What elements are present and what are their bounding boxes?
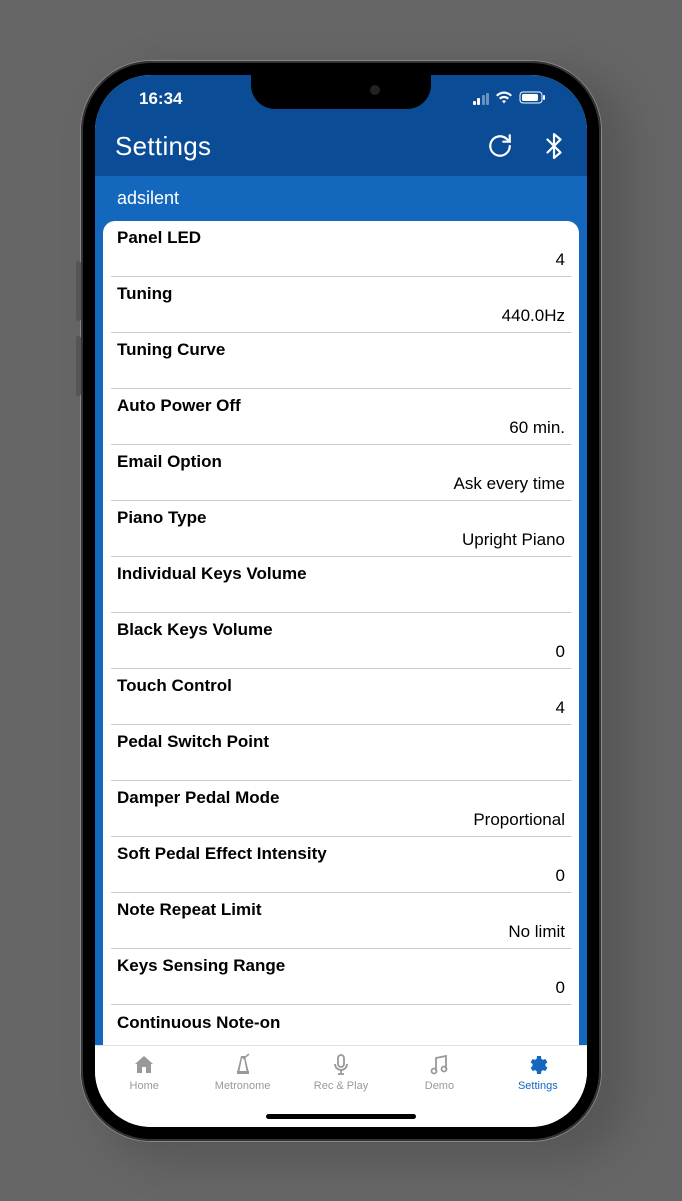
setting-row[interactable]: Panel LED4: [111, 221, 571, 277]
setting-value: [117, 754, 565, 774]
setting-label: Black Keys Volume: [117, 620, 565, 640]
gear-icon: [525, 1052, 551, 1078]
setting-label: Damper Pedal Mode: [117, 788, 565, 808]
setting-label: Individual Keys Volume: [117, 564, 565, 584]
setting-value: [117, 586, 565, 606]
setting-label: Touch Control: [117, 676, 565, 696]
setting-label: Piano Type: [117, 508, 565, 528]
setting-row[interactable]: Damper Pedal ModeProportional: [111, 781, 571, 837]
setting-label: Continuous Note-on: [117, 1013, 565, 1033]
tab-label: Home: [130, 1080, 159, 1092]
setting-label: Note Repeat Limit: [117, 900, 565, 920]
bluetooth-button[interactable]: [541, 133, 567, 159]
setting-value: Proportional: [117, 810, 565, 830]
status-time: 16:34: [135, 89, 182, 109]
music-icon: [426, 1052, 452, 1078]
setting-row[interactable]: Touch Control4: [111, 669, 571, 725]
tab-settings[interactable]: Settings: [489, 1052, 587, 1127]
setting-label: Keys Sensing Range: [117, 956, 565, 976]
setting-row[interactable]: Keys Sensing Range0: [111, 949, 571, 1005]
setting-label: Email Option: [117, 452, 565, 472]
screen: 16:34 Settings adsil: [95, 75, 587, 1127]
setting-row[interactable]: Black Keys Volume0: [111, 613, 571, 669]
metronome-icon: [230, 1052, 256, 1078]
setting-row[interactable]: Soft Pedal Effect Intensity0: [111, 837, 571, 893]
setting-row[interactable]: Tuning Curve: [111, 333, 571, 389]
tab-label: Rec & Play: [314, 1080, 368, 1092]
setting-row[interactable]: Continuous Note-on: [111, 1005, 571, 1045]
setting-value: Upright Piano: [117, 530, 565, 550]
section-header: adsilent: [95, 176, 587, 221]
content-area: Panel LED4Tuning440.0HzTuning CurveAuto …: [95, 221, 587, 1045]
page-title: Settings: [115, 131, 211, 162]
setting-label: Auto Power Off: [117, 396, 565, 416]
notch: [251, 75, 431, 109]
setting-value: 60 min.: [117, 418, 565, 438]
tab-label: Settings: [518, 1080, 558, 1092]
setting-value: Ask every time: [117, 474, 565, 494]
cellular-icon: [473, 93, 490, 105]
setting-label: Panel LED: [117, 228, 565, 248]
setting-row[interactable]: Tuning440.0Hz: [111, 277, 571, 333]
setting-row[interactable]: Email OptionAsk every time: [111, 445, 571, 501]
mic-icon: [328, 1052, 354, 1078]
setting-row[interactable]: Note Repeat LimitNo limit: [111, 893, 571, 949]
home-icon: [131, 1052, 157, 1078]
setting-value: 0: [117, 642, 565, 662]
tab-label: Metronome: [215, 1080, 271, 1092]
setting-label: Soft Pedal Effect Intensity: [117, 844, 565, 864]
setting-value: [117, 362, 565, 382]
setting-value: 4: [117, 698, 565, 718]
battery-icon: [519, 89, 547, 109]
setting-row[interactable]: Piano TypeUpright Piano: [111, 501, 571, 557]
refresh-button[interactable]: [487, 133, 513, 159]
phone-frame: 16:34 Settings adsil: [81, 61, 601, 1141]
setting-label: Tuning: [117, 284, 565, 304]
setting-label: Tuning Curve: [117, 340, 565, 360]
tab-label: Demo: [425, 1080, 454, 1092]
setting-value: 4: [117, 250, 565, 270]
setting-row[interactable]: Pedal Switch Point: [111, 725, 571, 781]
setting-value: 0: [117, 866, 565, 886]
home-indicator[interactable]: [266, 1114, 416, 1119]
setting-value: 0: [117, 978, 565, 998]
setting-row[interactable]: Individual Keys Volume: [111, 557, 571, 613]
header: Settings: [95, 123, 587, 176]
wifi-icon: [495, 89, 513, 109]
setting-value: 440.0Hz: [117, 306, 565, 326]
setting-value: No limit: [117, 922, 565, 942]
setting-row[interactable]: Auto Power Off60 min.: [111, 389, 571, 445]
setting-label: Pedal Switch Point: [117, 732, 565, 752]
setting-value: [117, 1035, 565, 1045]
tab-home[interactable]: Home: [95, 1052, 193, 1127]
settings-list[interactable]: Panel LED4Tuning440.0HzTuning CurveAuto …: [103, 221, 579, 1045]
